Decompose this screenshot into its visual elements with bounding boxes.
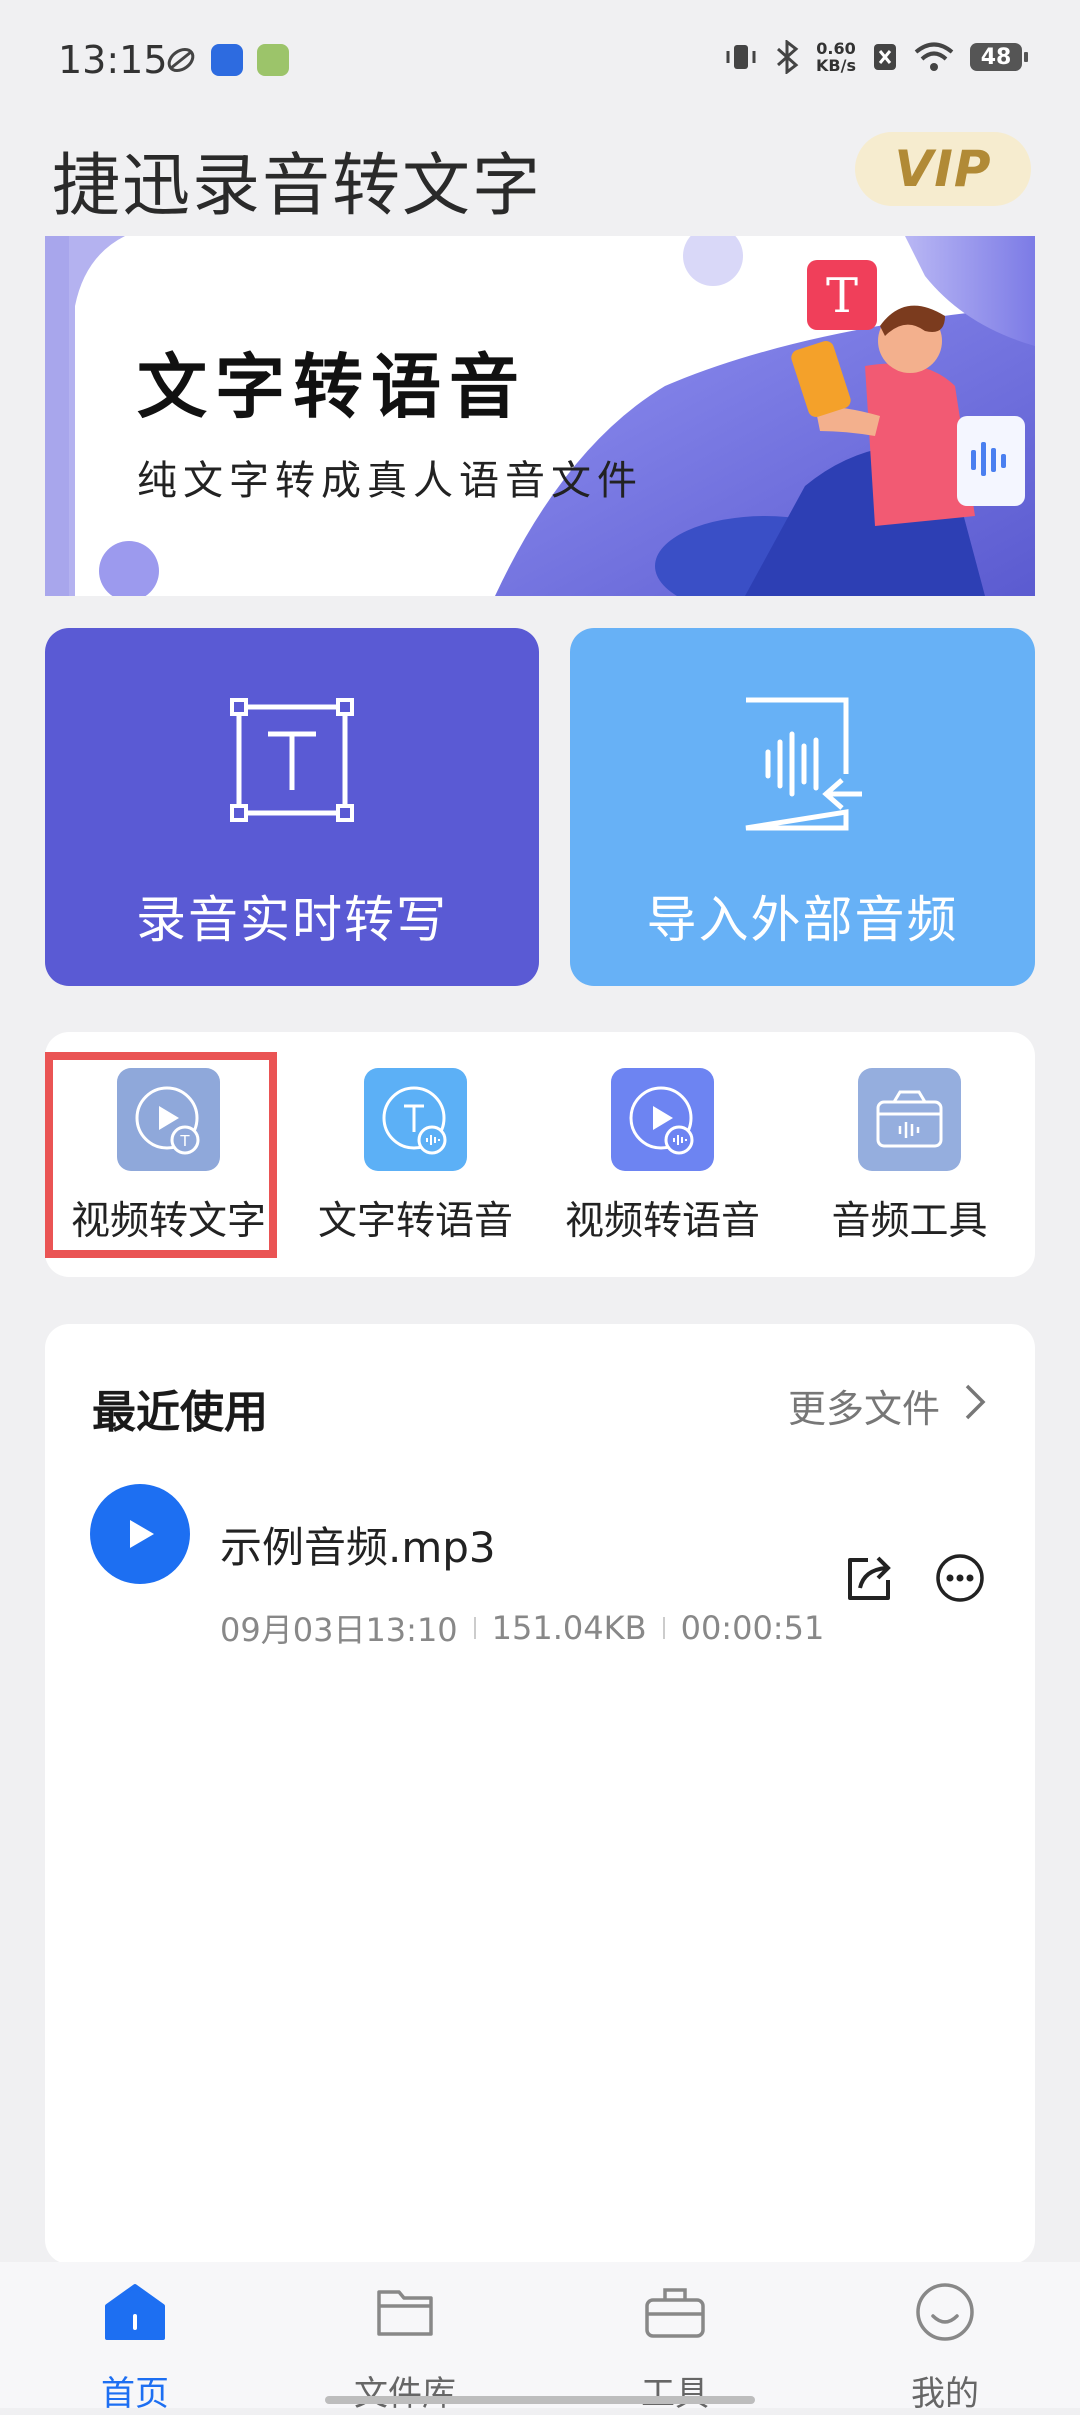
app-title: 捷迅录音转文字 [52, 147, 543, 226]
vibrate-icon [726, 45, 756, 69]
tool-text-to-speech-label: 文字转语音 [317, 1199, 513, 1244]
status-time: 13:15 [58, 38, 168, 82]
leaf-notification-icon [167, 48, 195, 72]
video-to-speech-icon [611, 1068, 714, 1171]
profile-icon [916, 2283, 974, 2341]
no-sim-icon [874, 44, 896, 70]
file-date: 09月03日13:10 [220, 1611, 458, 1649]
meta-divider [473, 1617, 476, 1639]
network-speed-unit: KB/s [816, 56, 856, 75]
status-bar: 13:15 0.60 KB/s 48 [0, 0, 1080, 120]
vip-button[interactable]: VIP [855, 132, 1031, 206]
notification-icons [165, 44, 289, 76]
more-files-link[interactable]: 更多文件 [788, 1378, 940, 1433]
recent-panel [45, 1324, 1035, 2264]
import-audio-icon [745, 697, 862, 831]
file-name[interactable]: 示例音频.mp3 [220, 1514, 496, 1575]
battery-indicator: 48 [970, 43, 1028, 71]
nav-tools[interactable]: 工具 [575, 2262, 775, 2414]
app-notification-icon [211, 44, 243, 76]
import-audio-label: 导入外部音频 [646, 891, 959, 949]
play-button[interactable] [90, 1484, 190, 1584]
banner-title: 文字转语音 [137, 346, 527, 428]
promo-banner[interactable]: T 文字转语音 纯文字转成真人语音文件 [45, 236, 1035, 596]
text-to-speech-icon [364, 1068, 467, 1171]
text-frame-icon [230, 698, 354, 822]
toolbox-icon [645, 2288, 705, 2338]
system-status-icons: 0.60 KB/s 48 [724, 40, 1028, 74]
game-notification-icon [257, 44, 289, 76]
tool-audio-tools-label: 音频工具 [831, 1199, 988, 1244]
network-speed: 0.60 KB/s [816, 40, 856, 74]
recent-title: 最近使用 [92, 1387, 268, 1438]
folder-icon [377, 2290, 433, 2336]
realtime-transcribe-card[interactable]: 录音实时转写 [45, 628, 539, 986]
nav-home[interactable]: 首页 [35, 2262, 235, 2414]
nav-files[interactable]: 文件库 [305, 2262, 505, 2414]
home-indicator[interactable] [325, 2396, 755, 2404]
tool-audio-tools[interactable]: 音频工具 [786, 1032, 1033, 1277]
more-options-icon[interactable] [934, 1552, 986, 1604]
banner-subtitle: 纯文字转成真人语音文件 [137, 458, 643, 504]
realtime-transcribe-label: 录音实时转写 [136, 891, 448, 949]
nav-profile[interactable]: 我的 [845, 2262, 1045, 2414]
meta-divider [662, 1617, 665, 1639]
file-duration: 00:00:51 [680, 1609, 825, 1647]
bluetooth-icon [777, 40, 799, 74]
wifi-icon [914, 42, 954, 71]
chevron-right-icon[interactable] [963, 1380, 987, 1424]
import-audio-card[interactable]: 导入外部音频 [570, 628, 1035, 986]
audio-toolbox-icon [858, 1068, 961, 1171]
tool-video-to-speech[interactable]: 视频转语音 [539, 1032, 786, 1277]
svg-text:T: T [826, 268, 858, 324]
bottom-nav: 首页 文件库 工具 我的 [0, 2262, 1080, 2414]
play-icon [130, 1520, 154, 1548]
home-icon [105, 2284, 165, 2340]
file-size: 151.04KB [491, 1609, 647, 1647]
tool-video-to-speech-label: 视频转语音 [564, 1199, 760, 1244]
highlight-box [45, 1052, 277, 1258]
tool-text-to-speech[interactable]: 文字转语音 [292, 1032, 539, 1277]
share-icon[interactable] [842, 1550, 896, 1604]
network-speed-value: 0.60 [816, 39, 856, 58]
file-meta: 09月03日13:10 151.04KB 00:00:51 [220, 1605, 824, 1651]
